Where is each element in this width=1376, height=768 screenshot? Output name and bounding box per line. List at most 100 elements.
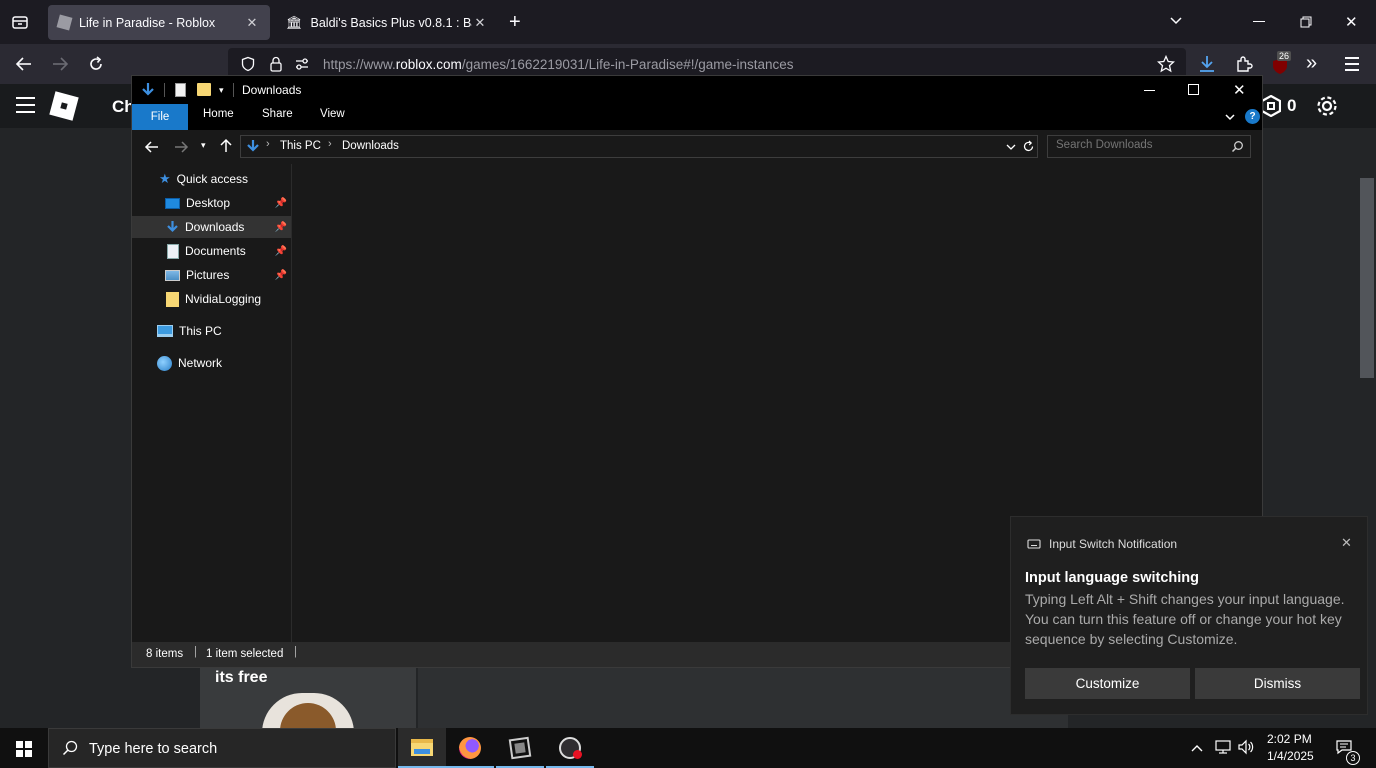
notification-close-icon[interactable]: ✕ bbox=[1341, 535, 1352, 551]
robux-icon[interactable] bbox=[1261, 95, 1281, 117]
taskbar-firefox[interactable] bbox=[446, 728, 494, 768]
minimize-window-icon[interactable] bbox=[1253, 21, 1265, 22]
nav-label: Desktop bbox=[186, 196, 231, 210]
close-tab-icon[interactable]: ✕ bbox=[244, 15, 260, 31]
permissions-icon[interactable] bbox=[294, 56, 310, 72]
forward-icon[interactable] bbox=[50, 54, 70, 74]
taskbar-roblox-studio[interactable] bbox=[496, 728, 544, 768]
volume-icon[interactable] bbox=[1237, 739, 1255, 755]
reload-icon[interactable] bbox=[86, 54, 106, 74]
restore-window-icon[interactable] bbox=[1300, 16, 1312, 28]
menu-icon[interactable] bbox=[16, 97, 35, 113]
clock-date[interactable]: 1/4/2025 bbox=[1267, 749, 1314, 763]
tab-baldis-basics[interactable]: 🏛 Baldi's Basics Plus v0.8.1 : Basic ✕ bbox=[276, 5, 498, 40]
archive-favicon-icon: 🏛 bbox=[286, 14, 303, 30]
nav-this-pc[interactable]: This PC bbox=[132, 320, 291, 342]
chevron-down-icon[interactable] bbox=[1168, 12, 1184, 28]
dismiss-button[interactable]: Dismiss bbox=[1195, 668, 1360, 699]
close-icon[interactable]: ✕ bbox=[1233, 81, 1246, 99]
lock-icon[interactable] bbox=[268, 55, 284, 73]
search-input[interactable] bbox=[1056, 139, 1226, 151]
url-domain: roblox.com bbox=[395, 57, 462, 72]
nav-nvidia-logging[interactable]: NvidiaLogging bbox=[132, 288, 291, 310]
tray-overflow-chevron-icon[interactable] bbox=[1190, 741, 1204, 755]
nav-label: Downloads bbox=[185, 220, 245, 234]
explorer-address-row: ▾ › This PC › Downloads bbox=[132, 130, 1262, 164]
minimize-icon[interactable] bbox=[1144, 90, 1155, 91]
ublock-extension-icon[interactable]: 26 bbox=[1270, 51, 1292, 76]
clock-time[interactable]: 2:02 PM bbox=[1267, 732, 1312, 746]
pin-icon[interactable]: 📌 bbox=[275, 246, 287, 257]
roblox-logo-icon[interactable] bbox=[49, 91, 79, 121]
properties-icon[interactable] bbox=[175, 83, 186, 97]
close-tab-icon[interactable]: ✕ bbox=[472, 15, 488, 31]
downloads-location-icon bbox=[246, 139, 260, 154]
window-title: Downloads bbox=[242, 83, 302, 97]
taskbar-search-box[interactable]: Type here to search bbox=[48, 728, 396, 768]
tab-file[interactable]: File bbox=[132, 104, 188, 130]
breadcrumb-downloads[interactable]: Downloads bbox=[342, 140, 399, 152]
browser-tab-bar: Life in Paradise - Roblox ✕ 🏛 Baldi's Ba… bbox=[0, 0, 1376, 44]
expand-ribbon-icon[interactable] bbox=[1224, 111, 1236, 123]
avatar bbox=[262, 693, 354, 733]
hamburger-menu-icon[interactable] bbox=[1345, 57, 1359, 71]
input-switch-notification: Input Switch Notification ✕ Input langua… bbox=[1010, 516, 1368, 715]
nav-pictures[interactable]: Pictures 📌 bbox=[132, 264, 291, 286]
downloads-icon[interactable] bbox=[1197, 54, 1217, 74]
search-downloads-field[interactable] bbox=[1047, 135, 1251, 158]
refresh-icon[interactable] bbox=[1022, 140, 1035, 153]
download-arrow-icon bbox=[141, 82, 155, 98]
tab-title: Life in Paradise - Roblox bbox=[79, 15, 216, 30]
up-arrow-icon[interactable] bbox=[218, 138, 234, 154]
game-card[interactable]: its free bbox=[200, 667, 416, 733]
new-tab-icon[interactable]: + bbox=[509, 11, 521, 34]
nav-documents[interactable]: Documents 📌 bbox=[132, 240, 291, 262]
url-prefix: https://www. bbox=[323, 57, 396, 72]
pin-icon[interactable]: 📌 bbox=[275, 222, 287, 233]
shield-icon[interactable] bbox=[240, 56, 256, 72]
extension-badge: 26 bbox=[1277, 51, 1292, 61]
maximize-icon[interactable] bbox=[1188, 84, 1199, 95]
explorer-title-bar[interactable]: ▾ Downloads ✕ bbox=[132, 76, 1262, 104]
explorer-ribbon: File Home Share View ? bbox=[132, 104, 1262, 130]
tab-life-in-paradise[interactable]: Life in Paradise - Roblox ✕ bbox=[48, 5, 270, 40]
back-arrow-icon[interactable] bbox=[144, 139, 160, 155]
recent-locations-icon[interactable]: ▾ bbox=[201, 140, 206, 151]
breadcrumb-this-pc[interactable]: This PC bbox=[280, 140, 321, 152]
overflow-chevrons-icon[interactable]: » bbox=[1306, 52, 1317, 75]
extensions-icon[interactable] bbox=[1234, 54, 1254, 74]
address-dropdown-icon[interactable] bbox=[1005, 141, 1017, 153]
network-tray-icon[interactable] bbox=[1214, 739, 1232, 755]
taskbar-obs[interactable] bbox=[546, 728, 594, 768]
firefox-icon bbox=[459, 737, 481, 759]
forward-arrow-icon[interactable] bbox=[173, 139, 189, 155]
nav-network[interactable]: Network bbox=[132, 352, 291, 374]
tab-share[interactable]: Share bbox=[262, 108, 293, 120]
search-icon[interactable] bbox=[1231, 140, 1244, 153]
close-window-icon[interactable]: ✕ bbox=[1345, 13, 1358, 31]
help-icon[interactable]: ? bbox=[1245, 109, 1260, 124]
windows-start-icon[interactable] bbox=[16, 741, 32, 757]
quick-access-dropdown-icon[interactable]: ▾ bbox=[219, 85, 224, 96]
pin-icon[interactable]: 📌 bbox=[275, 270, 287, 281]
keyboard-icon bbox=[1027, 538, 1041, 550]
tab-view[interactable]: View bbox=[320, 108, 345, 120]
settings-gear-icon[interactable] bbox=[1314, 93, 1340, 119]
notification-app-name: Input Switch Notification bbox=[1049, 537, 1178, 551]
customize-button[interactable]: Customize bbox=[1025, 668, 1190, 699]
tab-list-icon[interactable] bbox=[10, 12, 30, 32]
address-bar[interactable]: › This PC › Downloads bbox=[240, 135, 1038, 158]
back-icon[interactable] bbox=[14, 54, 34, 74]
pictures-icon bbox=[165, 269, 180, 281]
nav-desktop[interactable]: Desktop 📌 bbox=[132, 192, 291, 214]
scrollbar-thumb[interactable] bbox=[1360, 178, 1374, 378]
bookmark-star-icon[interactable] bbox=[1157, 55, 1175, 73]
taskbar-file-explorer[interactable] bbox=[398, 728, 446, 768]
nav-quick-access[interactable]: ★ Quick access bbox=[132, 168, 291, 190]
item-count: 8 items bbox=[146, 648, 184, 660]
pin-icon[interactable]: 📌 bbox=[275, 198, 287, 209]
new-folder-icon[interactable] bbox=[197, 83, 211, 96]
nav-downloads[interactable]: Downloads 📌 bbox=[132, 216, 291, 238]
tab-home[interactable]: Home bbox=[203, 108, 234, 120]
notification-count-badge: 3 bbox=[1346, 751, 1360, 765]
